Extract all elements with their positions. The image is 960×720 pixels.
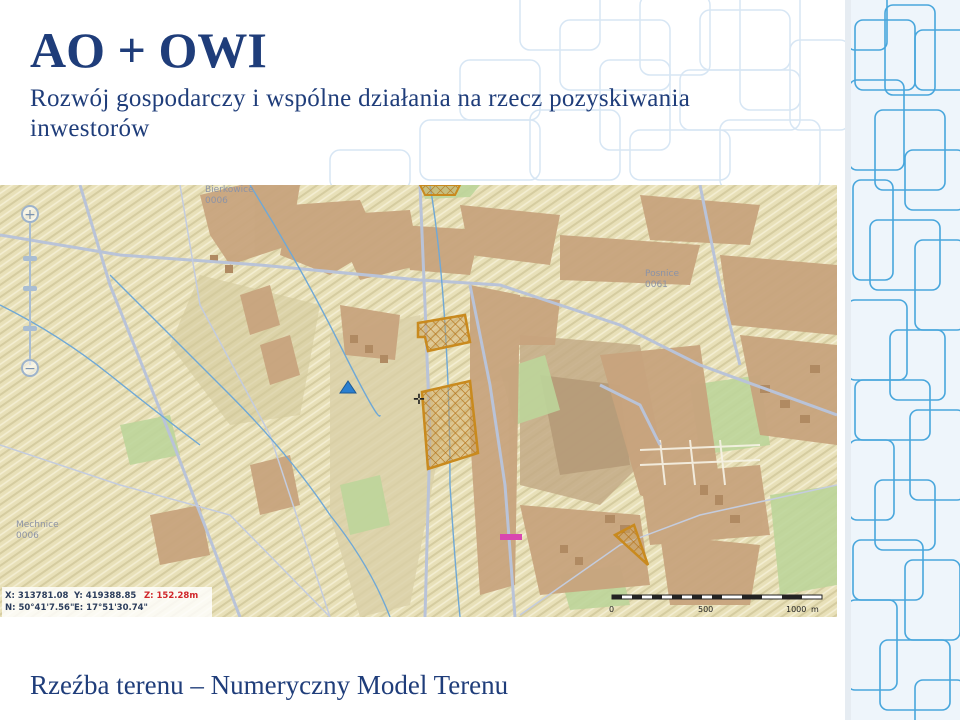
place-code: 0006 bbox=[16, 531, 39, 541]
coord-z: Z: 152.28m bbox=[144, 591, 199, 601]
place-name: Bierkowice bbox=[205, 185, 254, 195]
zoom-in-button[interactable]: + bbox=[21, 205, 39, 223]
slide-title: AO + OWI bbox=[30, 22, 267, 78]
scale-label: 0 bbox=[609, 605, 615, 614]
place-label-posnice: Posnice 0061 bbox=[645, 269, 679, 291]
place-label-bierkowice: Bierkowice 0006 bbox=[205, 185, 254, 207]
place-code: 0061 bbox=[645, 280, 668, 290]
background-right-pattern bbox=[845, 0, 960, 720]
zoom-slider-track[interactable] bbox=[29, 223, 31, 365]
zoom-out-button[interactable]: − bbox=[21, 359, 39, 377]
scale-unit: m bbox=[811, 605, 819, 614]
place-label-mechnice: Mechnice 0006 bbox=[16, 520, 59, 542]
place-name: Posnice bbox=[645, 269, 679, 279]
coord-e: E: 17°51'30.74" bbox=[74, 603, 148, 613]
coord-y: Y: 419388.85 bbox=[74, 591, 137, 601]
scale-label: 1000 bbox=[786, 605, 807, 614]
zoom-slider-handle[interactable] bbox=[23, 286, 37, 291]
scale-label: 500 bbox=[698, 605, 714, 614]
place-name: Mechnice bbox=[16, 520, 59, 530]
zoom-slider-tick bbox=[23, 256, 37, 261]
zoom-slider-tick bbox=[23, 326, 37, 331]
zoom-control: + − bbox=[16, 201, 44, 391]
place-code: 0006 bbox=[205, 196, 228, 206]
terrain-map[interactable]: Bierkowice 0006 Posnice 0061 Mechnice 00… bbox=[0, 185, 837, 617]
slide-caption: Rzeźba terenu – Numeryczny Model Terenu bbox=[30, 670, 509, 700]
coord-x: X: 313781.08 bbox=[5, 591, 69, 601]
investment-parcel-central[interactable] bbox=[420, 379, 480, 471]
slide-subtitle: Rozwój gospodarczy i wspólne działania n… bbox=[30, 85, 691, 142]
scale-bar: 0 500 1000 m bbox=[608, 591, 826, 617]
investment-parcel-top[interactable] bbox=[418, 185, 462, 196]
coord-n: N: 50°41'7.56" bbox=[5, 603, 75, 613]
magenta-parcel[interactable] bbox=[500, 534, 522, 540]
crosshair-cursor-icon: ✛ bbox=[413, 392, 425, 408]
coordinate-readout: X: 313781.08 Y: 419388.85 Z: 152.28m N: … bbox=[2, 587, 212, 617]
